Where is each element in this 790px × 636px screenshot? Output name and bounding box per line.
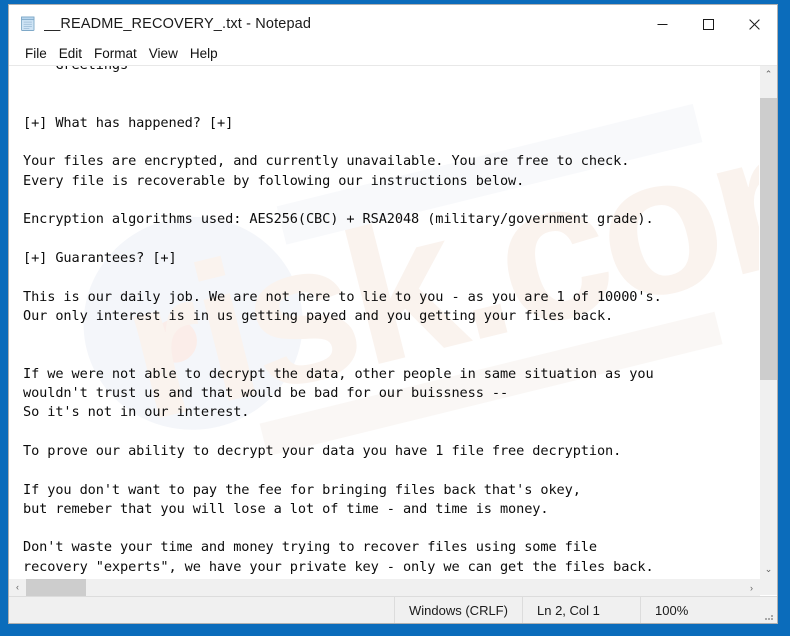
close-icon [748,18,760,30]
horizontal-scroll-thumb[interactable] [26,579,86,596]
menu-item-file[interactable]: File [19,45,53,63]
maximize-button[interactable] [685,5,731,43]
title-bar[interactable]: __README_RECOVERY_.txt - Notepad [9,5,777,43]
maximize-icon [702,18,714,30]
editor-region: risk.com ~~~ Greetings ~~~ [+] What has … [9,66,777,596]
vertical-scrollbar[interactable]: ⌃ ⌄ [759,66,777,578]
scroll-right-icon[interactable]: › [743,579,760,596]
window-title: __README_RECOVERY_.txt - Notepad [44,16,312,32]
minimize-icon [657,23,667,25]
menu-item-view[interactable]: View [143,45,184,63]
menu-item-format[interactable]: Format [88,45,143,63]
minimize-button[interactable] [639,5,685,43]
scroll-down-icon[interactable]: ⌄ [760,561,777,578]
status-line-ending: Windows (CRLF) [394,597,522,623]
notepad-icon [19,15,37,33]
horizontal-scrollbar-row: ‹ › [9,578,777,596]
caption-button-group [639,5,777,43]
scrollbar-corner [760,578,777,595]
vertical-scroll-thumb[interactable] [760,98,777,380]
notepad-window: __README_RECOVERY_.txt - Notepad File Ed… [8,4,778,624]
status-cursor-position: Ln 2, Col 1 [522,597,640,623]
horizontal-scrollbar[interactable]: ‹ › [9,578,760,596]
menu-item-edit[interactable]: Edit [53,45,88,63]
scroll-left-icon[interactable]: ‹ [9,579,26,596]
text-editor[interactable]: risk.com ~~~ Greetings ~~~ [+] What has … [9,66,759,578]
close-button[interactable] [731,5,777,43]
status-zoom-level: 100% [640,597,760,623]
scroll-up-icon[interactable]: ⌃ [760,66,777,83]
editor-row: risk.com ~~~ Greetings ~~~ [+] What has … [9,66,777,578]
menu-item-help[interactable]: Help [184,45,224,63]
desktop-background: __README_RECOVERY_.txt - Notepad File Ed… [0,0,790,636]
note-text: ~~~ Greetings ~~~ [+] What has happened?… [23,66,662,575]
status-bar: Windows (CRLF) Ln 2, Col 1 100% [9,596,777,623]
menu-bar: File Edit Format View Help [9,43,777,66]
resize-grip[interactable] [760,597,777,623]
